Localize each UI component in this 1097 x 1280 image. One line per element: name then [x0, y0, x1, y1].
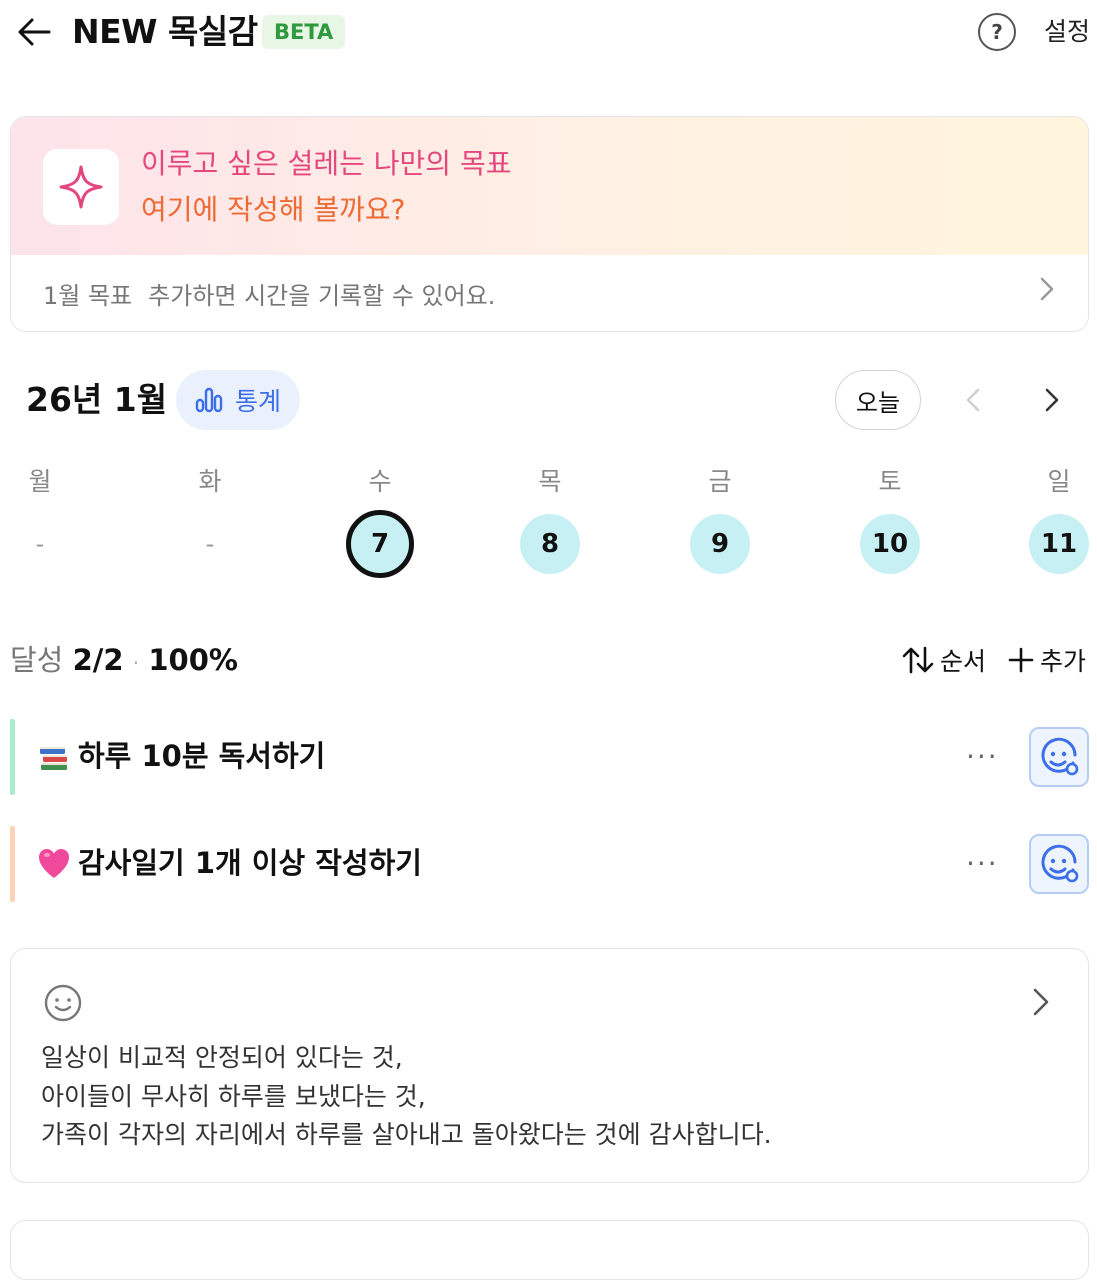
weekday-label: 월 [28, 467, 52, 496]
sparkle-icon-box [43, 149, 119, 225]
back-button[interactable] [14, 12, 54, 52]
sort-button[interactable]: 순서 [902, 642, 986, 678]
day-cell[interactable]: 8 [520, 514, 580, 574]
add-label: 추가 [1040, 647, 1087, 676]
smile-icon [44, 984, 82, 1022]
add-habit-button[interactable]: 추가 [1008, 642, 1086, 678]
more-options-button[interactable]: ··· [966, 739, 999, 775]
habit-name: 하루 10분 독서하기 [78, 739, 326, 773]
habit-row[interactable]: 감사일기 1개 이상 작성하기 ··· [10, 826, 1090, 902]
day-cell: - [35, 530, 45, 558]
goal-hint-text: 추가하면 시간을 기록할 수 있어요. [148, 281, 496, 310]
pink-heart-icon [39, 849, 69, 878]
day-cell: - [205, 530, 215, 558]
sort-arrows-icon [902, 646, 934, 674]
day-cell-selected[interactable]: 7 [346, 510, 414, 578]
habit-color-bar [10, 719, 15, 795]
weekday-label: 토 [878, 467, 902, 496]
achievement-separator: · [132, 651, 140, 675]
habit-row[interactable]: 하루 10분 독서하기 ··· [10, 719, 1090, 795]
gratitude-text: 일상이 비교적 안정되어 있다는 것, 아이들이 무사히 하루를 보냈다는 것,… [41, 1039, 772, 1155]
prev-week-button[interactable] [955, 382, 991, 422]
mood-check-button[interactable] [1029, 727, 1089, 787]
gratitude-line: 아이들이 무사히 하루를 보냈다는 것, [41, 1081, 426, 1111]
beta-badge: BETA [262, 15, 346, 49]
chevron-right-icon [1033, 988, 1049, 1016]
gratitude-entry-card[interactable]: 일상이 비교적 안정되어 있다는 것, 아이들이 무사히 하루를 보냈다는 것,… [10, 948, 1089, 1183]
chevron-left-icon [966, 388, 980, 412]
chevron-right-icon [1040, 277, 1054, 301]
next-card [10, 1220, 1089, 1280]
goal-banner[interactable]: 이루고 싶은 설레는 나만의 목표 여기에 작성해 볼까요? 1월 목표 추가하… [10, 116, 1089, 332]
next-week-button[interactable] [1034, 382, 1070, 422]
day-cell[interactable]: 10 [860, 514, 920, 574]
sort-label: 순서 [940, 647, 987, 676]
goal-hint-row[interactable]: 1월 목표 추가하면 시간을 기록할 수 있어요. [11, 255, 1088, 331]
gratitude-line: 일상이 비교적 안정되어 있다는 것, [41, 1043, 403, 1072]
page-title: NEW 목실감 [72, 12, 258, 51]
day-cell[interactable]: 11 [1029, 514, 1089, 574]
bar-chart-icon [195, 387, 223, 413]
chevron-right-icon [1045, 388, 1059, 412]
gratitude-line: 가족이 각자의 자리에서 하루를 살아내고 돌아왔다는 것에 감사합니다. [41, 1120, 772, 1149]
settings-button[interactable]: 설정 [1044, 14, 1090, 50]
weekday-label: 수 [368, 467, 392, 496]
goal-month-label: 1월 목표 [43, 281, 133, 310]
achievement-summary: 달성 2/2 · 100% [10, 640, 238, 683]
achievement-label: 달성 [10, 643, 64, 677]
weekday-label: 화 [198, 467, 222, 496]
arrow-left-icon [18, 18, 51, 46]
stats-label: 통계 [234, 387, 281, 416]
smile-face-icon [1041, 737, 1079, 776]
weekday-label: 일 [1047, 467, 1071, 496]
achievement-percent: 100% [148, 643, 238, 677]
books-icon [40, 747, 67, 770]
stats-button[interactable]: 통계 [176, 370, 300, 430]
month-label: 26년 1월 [26, 380, 168, 419]
plus-icon [1008, 647, 1034, 673]
weekday-label: 목 [538, 467, 562, 496]
today-button[interactable]: 오늘 [835, 370, 921, 430]
day-cell[interactable]: 9 [690, 514, 750, 574]
weekday-label: 금 [708, 467, 732, 496]
achievement-count: 2/2 [72, 643, 124, 677]
smile-face-icon [1041, 844, 1079, 883]
goal-banner-line2: 여기에 작성해 볼까요? [141, 193, 406, 226]
help-icon: ? [991, 20, 1003, 44]
goal-banner-top: 이루고 싶은 설레는 나만의 목표 여기에 작성해 볼까요? [11, 117, 1088, 255]
sparkle-icon [59, 165, 103, 209]
habit-color-bar [10, 826, 15, 902]
mood-check-button[interactable] [1029, 834, 1089, 894]
help-button[interactable]: ? [978, 13, 1016, 51]
habit-name: 감사일기 1개 이상 작성하기 [78, 846, 422, 880]
more-options-button[interactable]: ··· [966, 846, 999, 882]
goal-banner-line1: 이루고 싶은 설레는 나만의 목표 [141, 147, 512, 180]
